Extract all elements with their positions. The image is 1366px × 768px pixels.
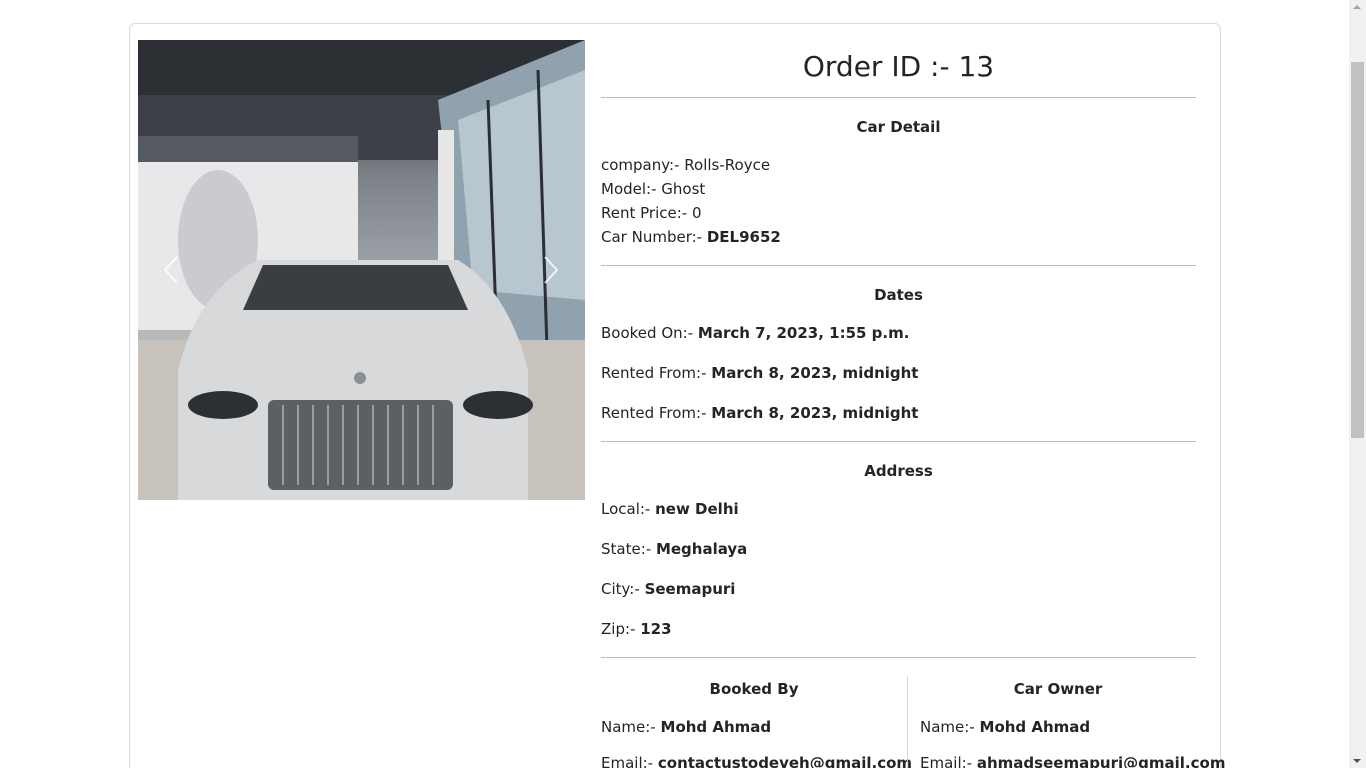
car-owner-name-row: Name:- Mohd Ahmad <box>920 718 1091 736</box>
booked-by-email-value: contactustodeveh@gmail.com <box>657 754 913 768</box>
zip-row: Zip:- 123 <box>601 620 672 638</box>
state-value: Meghalaya <box>655 540 748 558</box>
chevron-left-icon <box>163 256 178 284</box>
car-owner-name-value: Mohd Ahmad <box>979 718 1091 736</box>
rented-to-value: March 8, 2023, midnight <box>711 404 919 422</box>
page-scrollbar[interactable] <box>1349 0 1366 768</box>
car-owner-heading: Car Owner <box>1013 680 1103 698</box>
rented-to-row: Rented From:- March 8, 2023, midnight <box>601 404 919 422</box>
parties-section: Booked By Name:- Mohd Ahmad Email:- cont… <box>601 676 1225 768</box>
address-heading: Address <box>864 462 933 480</box>
divider <box>601 657 1196 658</box>
car-owner-email-value: ahmadseemapuri@gmail.com <box>976 754 1226 768</box>
local-value: new Delhi <box>655 500 739 518</box>
carousel-prev-button[interactable] <box>161 255 181 285</box>
city-row: City:- Seemapuri <box>601 580 736 598</box>
state-row: State:- Meghalaya <box>601 540 748 558</box>
order-details: Order ID :- 13 Car Detail company:- Roll… <box>601 40 1196 658</box>
car-photo <box>138 40 585 500</box>
zip-value: 123 <box>640 620 672 638</box>
booked-on-value: March 7, 2023, 1:55 p.m. <box>697 324 910 342</box>
scroll-thumb[interactable] <box>1351 62 1364 438</box>
dates-heading: Dates <box>874 286 923 304</box>
rent-price-row: Rent Price:- 0 <box>601 204 702 222</box>
booked-by-name-value: Mohd Ahmad <box>660 718 772 736</box>
car-detail-heading: Car Detail <box>856 118 941 136</box>
rent-price-value: 0 <box>691 204 702 222</box>
page-title: Order ID :- 13 <box>802 50 995 83</box>
model-row: Model:- Ghost <box>601 180 706 198</box>
column-divider <box>907 676 908 768</box>
booked-by-column: Booked By Name:- Mohd Ahmad Email:- cont… <box>601 676 912 768</box>
car-owner-column: Car Owner Name:- Mohd Ahmad Email:- ahma… <box>920 676 1225 768</box>
car-number-row: Car Number:- DEL9652 <box>601 228 781 246</box>
car-image-carousel[interactable] <box>138 40 585 500</box>
model-value: Ghost <box>661 180 706 198</box>
booked-by-email-row: Email:- contactustodeveh@gmail.com <box>601 751 912 768</box>
chevron-right-icon <box>544 256 559 284</box>
city-value: Seemapuri <box>644 580 736 598</box>
company-value: Rolls-Royce <box>684 156 771 174</box>
local-row: Local:- new Delhi <box>601 500 739 518</box>
rented-from-row: Rented From:- March 8, 2023, midnight <box>601 364 919 382</box>
carousel-next-button[interactable] <box>541 255 561 285</box>
divider <box>601 97 1196 98</box>
scroll-up-icon[interactable] <box>1353 5 1361 9</box>
scroll-down-icon[interactable] <box>1353 759 1361 763</box>
company-row: company:- Rolls-Royce <box>601 156 771 174</box>
booked-by-heading: Booked By <box>709 680 799 698</box>
car-number-value: DEL9652 <box>706 228 781 246</box>
car-owner-email-row: Email:- ahmadseemapuri@gmail.com <box>920 751 1225 768</box>
divider <box>601 265 1196 266</box>
divider <box>601 441 1196 442</box>
booked-by-name-row: Name:- Mohd Ahmad <box>601 718 772 736</box>
rented-from-value: March 8, 2023, midnight <box>711 364 919 382</box>
booked-on-row: Booked On:- March 7, 2023, 1:55 p.m. <box>601 324 910 342</box>
